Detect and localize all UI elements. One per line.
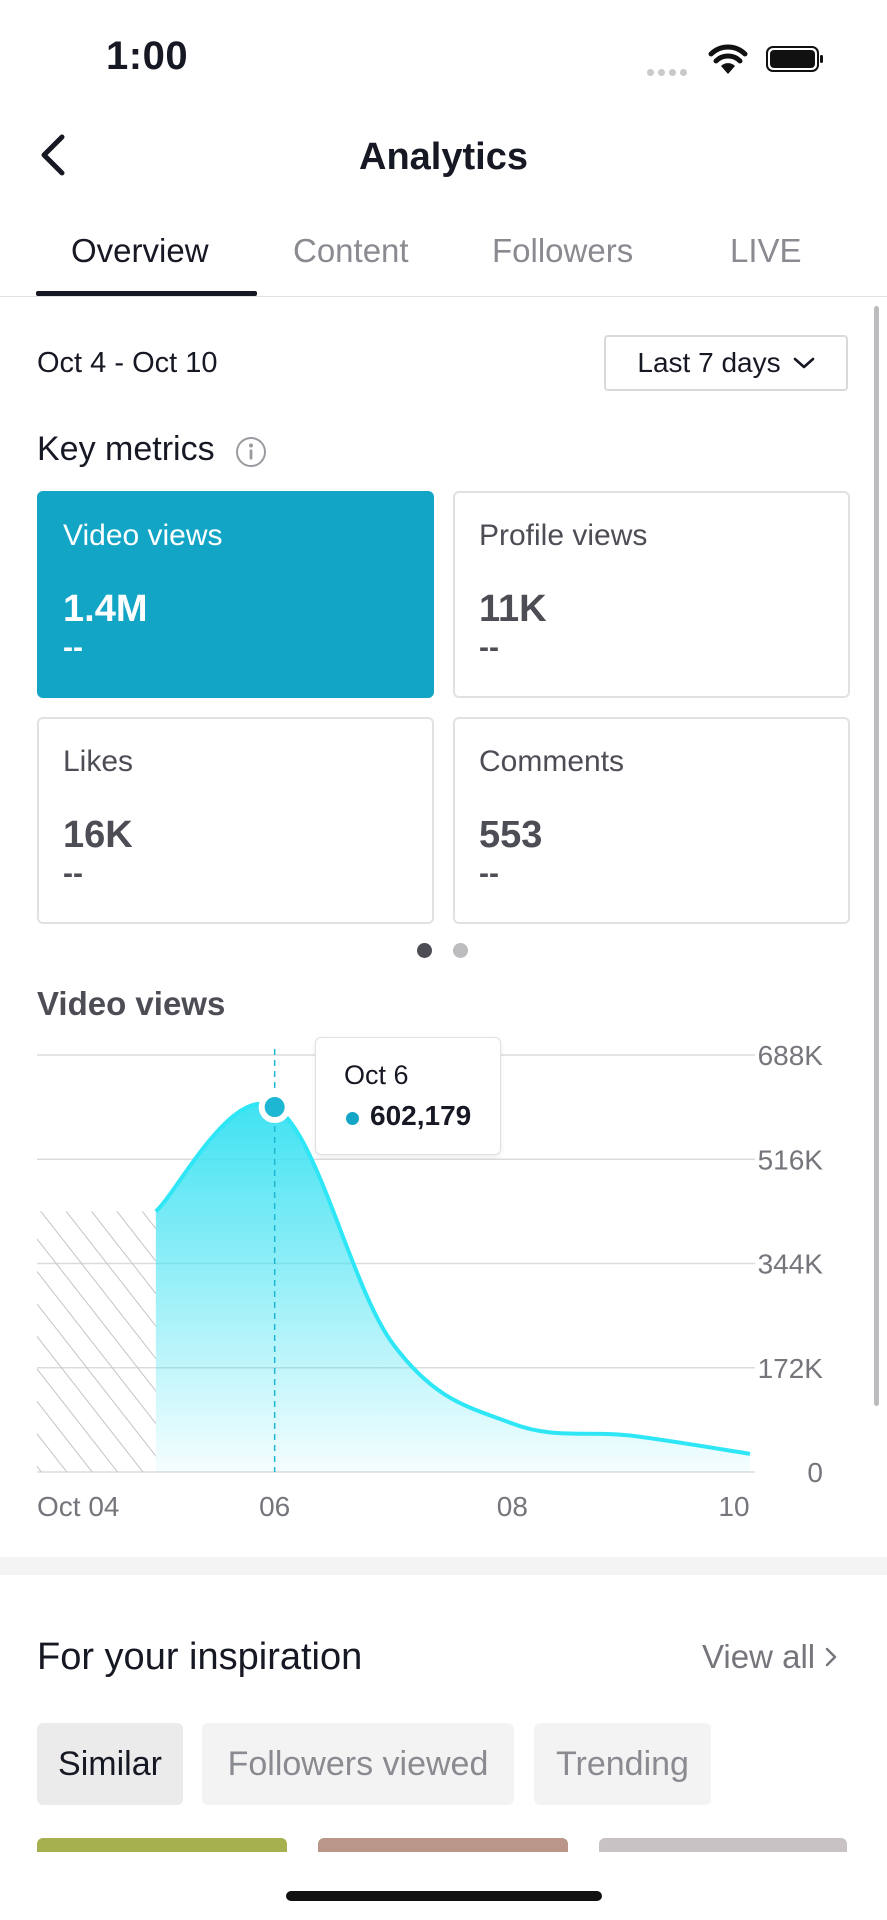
no-data-region (37, 1211, 156, 1472)
chart-title: Video views (37, 985, 226, 1022)
info-icon[interactable] (235, 436, 267, 468)
y-tick-label: 172K (758, 1353, 824, 1384)
metric-label: Video views (63, 519, 223, 552)
chevron-down-icon (793, 357, 814, 369)
wifi-icon (708, 44, 748, 74)
metric-label: Likes (63, 745, 134, 778)
metric-change: -- (479, 857, 499, 890)
period-dropdown-label: Last 7 days (637, 347, 781, 378)
metric-value: 16K (63, 814, 133, 856)
y-tick-label: 0 (807, 1457, 823, 1488)
metric-card-profile-views[interactable]: Profile views 11K -- (453, 491, 850, 698)
x-tick-label: 10 (718, 1491, 749, 1522)
y-tick-label: 344K (758, 1249, 824, 1280)
selected-point-marker[interactable] (258, 1091, 291, 1124)
view-all-label: View all (702, 1638, 816, 1675)
key-metrics-heading: Key metrics (37, 430, 215, 468)
metric-label: Profile views (479, 519, 648, 552)
page-title: Analytics (359, 136, 528, 178)
cellular-signal-icon (647, 63, 693, 76)
tooltip-value: 602,179 (370, 1100, 472, 1131)
home-indicator (286, 1891, 602, 1901)
tab-live[interactable]: LIVE (730, 232, 802, 270)
video-thumbnail[interactable] (37, 1838, 287, 1852)
period-dropdown[interactable]: Last 7 days (604, 335, 848, 391)
chip-followers-viewed[interactable]: Followers viewed (202, 1723, 514, 1805)
tab-content[interactable]: Content (293, 232, 409, 270)
tab-followers[interactable]: Followers (492, 232, 633, 270)
metric-change: -- (63, 631, 83, 664)
page-dot[interactable] (453, 943, 468, 958)
video-thumbnail[interactable] (318, 1838, 568, 1852)
inspiration-heading: For your inspiration (37, 1636, 363, 1678)
metric-change: -- (63, 857, 83, 890)
x-tick-label: 08 (497, 1491, 528, 1522)
metric-value: 553 (479, 814, 543, 856)
x-tick-label: 06 (259, 1491, 290, 1522)
tooltip-date: Oct 6 (344, 1060, 409, 1090)
tooltip-series-dot (346, 1112, 359, 1125)
tab-overview[interactable]: Overview (71, 232, 209, 270)
metric-value: 1.4M (63, 588, 148, 630)
chip-trending[interactable]: Trending (534, 1723, 711, 1805)
chevron-right-icon (825, 1647, 837, 1667)
status-time: 1:00 (106, 34, 189, 78)
page-dot-active[interactable] (417, 943, 432, 958)
metric-label: Comments (479, 745, 625, 778)
section-separator (0, 1557, 887, 1575)
view-all-link[interactable]: View all (702, 1638, 837, 1676)
chart-tooltip: Oct 6 602,179 (315, 1037, 501, 1155)
y-tick-label: 688K (758, 1040, 824, 1071)
battery-icon (766, 46, 823, 72)
metric-card-likes[interactable]: Likes 16K -- (37, 717, 434, 924)
metric-value: 11K (479, 588, 547, 630)
y-tick-label: 516K (758, 1144, 824, 1175)
tabs-divider (0, 296, 887, 297)
chip-similar[interactable]: Similar (37, 1723, 183, 1805)
date-range-label: Oct 4 - Oct 10 (37, 347, 218, 379)
x-tick-label: Oct 04 (37, 1491, 119, 1522)
metric-card-comments[interactable]: Comments 553 -- (453, 717, 850, 924)
video-thumbnail[interactable] (599, 1838, 847, 1852)
metric-change: -- (479, 631, 499, 664)
metric-card-video-views[interactable]: Video views 1.4M -- (37, 491, 434, 698)
